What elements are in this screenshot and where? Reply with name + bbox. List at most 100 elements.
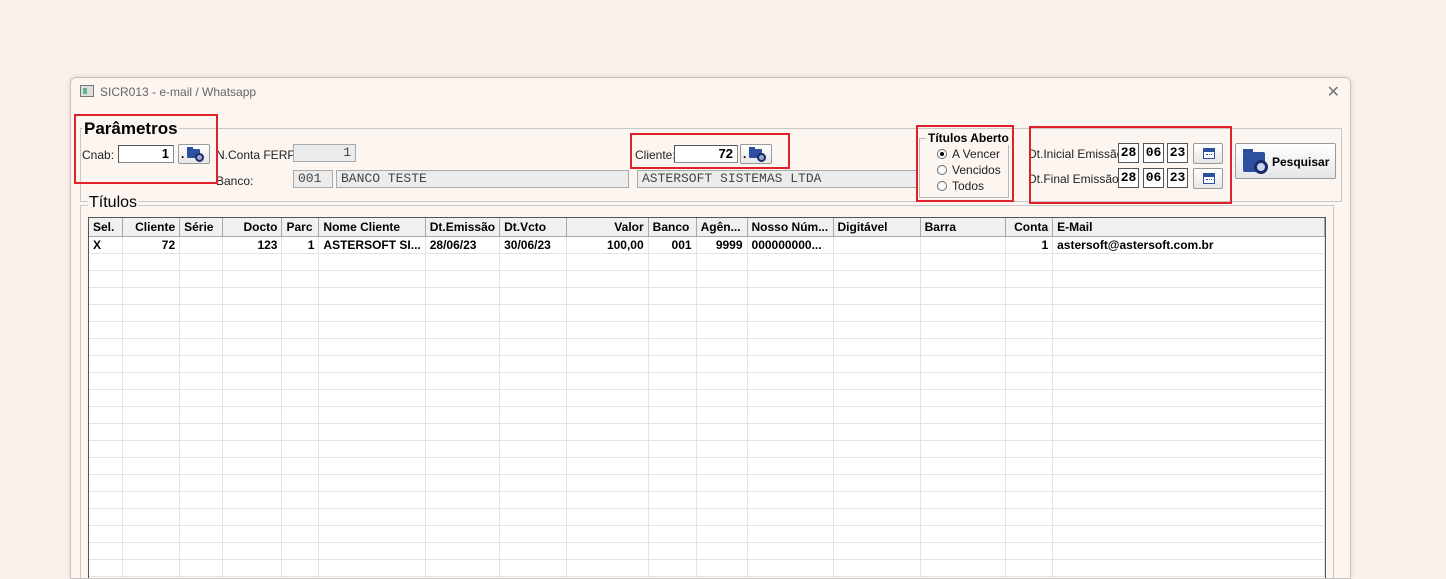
empty-cell (1006, 543, 1053, 560)
cell-agencia: 9999 (696, 237, 747, 254)
empty-cell (282, 424, 319, 441)
col-header[interactable]: Cliente (123, 218, 180, 237)
empty-cell (747, 288, 833, 305)
empty-cell (1006, 475, 1053, 492)
empty-cell (696, 339, 747, 356)
col-header[interactable]: Nosso Núm... (747, 218, 833, 237)
col-header[interactable]: Nome Cliente (319, 218, 425, 237)
empty-cell (648, 254, 696, 271)
col-header[interactable]: Série (180, 218, 223, 237)
titulos-grid[interactable]: Sel. Cliente Série Docto Parc Nome Clien… (88, 217, 1326, 579)
empty-cell (180, 288, 223, 305)
cell-nosso-numero: 000000000... (747, 237, 833, 254)
empty-cell (1053, 492, 1325, 509)
empty-cell (696, 254, 747, 271)
titulos-table: Sel. Cliente Série Docto Parc Nome Clien… (89, 218, 1325, 579)
empty-cell (833, 441, 920, 458)
empty-cell (500, 407, 567, 424)
empty-cell (123, 475, 180, 492)
col-header[interactable]: Barra (920, 218, 1006, 237)
pesquisar-label: Pesquisar (1272, 155, 1329, 169)
empty-cell (425, 475, 499, 492)
empty-cell (648, 407, 696, 424)
empty-cell (566, 492, 648, 509)
empty-cell (566, 288, 648, 305)
col-header[interactable]: Agên... (696, 218, 747, 237)
empty-cell (123, 424, 180, 441)
empty-cell (500, 458, 567, 475)
empty-cell (282, 390, 319, 407)
col-header[interactable]: Dt.Emissão (425, 218, 499, 237)
empty-cell (500, 509, 567, 526)
col-header[interactable]: E-Mail (1053, 218, 1325, 237)
empty-cell (222, 407, 281, 424)
empty-cell (425, 543, 499, 560)
empty-cell (89, 560, 123, 577)
col-header[interactable]: Digitável (833, 218, 920, 237)
empty-cell (123, 390, 180, 407)
empty-row (89, 288, 1325, 305)
cell-email: astersoft@astersoft.com.br (1053, 237, 1325, 254)
empty-cell (1006, 441, 1053, 458)
col-header[interactable]: Dt.Vcto (500, 218, 567, 237)
empty-cell (89, 373, 123, 390)
empty-cell (1006, 458, 1053, 475)
empty-cell (180, 560, 223, 577)
highlight-box-cliente (630, 133, 790, 169)
nconta-field: 1 (293, 144, 356, 162)
close-icon[interactable]: ✕ (1327, 82, 1340, 102)
col-header[interactable]: Conta (1006, 218, 1053, 237)
empty-cell (500, 322, 567, 339)
empty-cell (566, 441, 648, 458)
empty-cell (1006, 373, 1053, 390)
empty-cell (1053, 373, 1325, 390)
empty-cell (920, 492, 1006, 509)
empty-cell (425, 458, 499, 475)
cliente-name-field: ASTERSOFT SISTEMAS LTDA (637, 170, 917, 188)
col-header[interactable]: Valor (566, 218, 648, 237)
empty-cell (180, 356, 223, 373)
col-header[interactable]: Banco (648, 218, 696, 237)
empty-cell (89, 475, 123, 492)
empty-cell (425, 492, 499, 509)
empty-cell (123, 356, 180, 373)
empty-cell (500, 475, 567, 492)
empty-cell (89, 407, 123, 424)
empty-cell (222, 526, 281, 543)
empty-cell (833, 305, 920, 322)
empty-cell (319, 543, 425, 560)
empty-cell (500, 424, 567, 441)
empty-cell (648, 288, 696, 305)
empty-cell (319, 424, 425, 441)
empty-cell (425, 356, 499, 373)
empty-cell (566, 390, 648, 407)
empty-cell (282, 407, 319, 424)
main-window: SICR013 - e-mail / Whatsapp ✕ Parâmetros… (70, 77, 1351, 579)
empty-cell (282, 322, 319, 339)
empty-cell (648, 390, 696, 407)
empty-row (89, 356, 1325, 373)
cell-digitavel (833, 237, 920, 254)
col-header[interactable]: Docto (222, 218, 281, 237)
empty-cell (1053, 475, 1325, 492)
empty-cell (89, 254, 123, 271)
empty-cell (123, 288, 180, 305)
empty-cell (648, 560, 696, 577)
empty-cell (566, 475, 648, 492)
cell-serie (180, 237, 223, 254)
col-header[interactable]: Parc (282, 218, 319, 237)
table-row[interactable]: X 72 123 1 ASTERSOFT SI... 28/06/23 30/0… (89, 237, 1325, 254)
empty-cell (747, 305, 833, 322)
empty-cell (1053, 322, 1325, 339)
app-window-icon (80, 85, 94, 97)
empty-cell (319, 441, 425, 458)
empty-cell (566, 339, 648, 356)
col-header[interactable]: Sel. (89, 218, 123, 237)
empty-cell (920, 390, 1006, 407)
empty-cell (425, 424, 499, 441)
empty-cell (648, 322, 696, 339)
pesquisar-button[interactable]: Pesquisar (1235, 143, 1336, 179)
empty-cell (747, 509, 833, 526)
empty-row (89, 441, 1325, 458)
empty-cell (1053, 509, 1325, 526)
